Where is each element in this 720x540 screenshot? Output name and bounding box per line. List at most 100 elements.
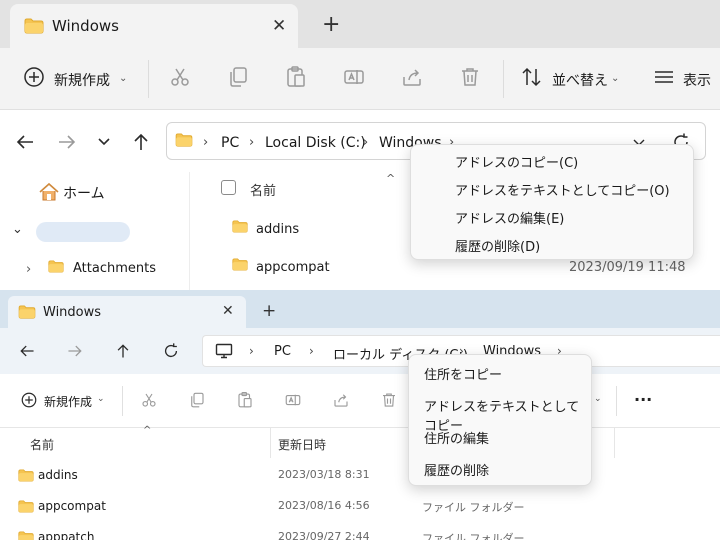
new-icon[interactable] [20,391,38,409]
address-context-menu-top: アドレスのコピー(C) アドレスをテキストとしてコピー(O) アドレスの編集(E… [410,144,694,260]
divider [616,386,617,416]
folder-icon [232,258,248,271]
tab-windows[interactable]: Windows ✕ [10,4,298,48]
menu-item-copy-address-as-text[interactable]: アドレスをテキストとしてコピー(O) [411,180,693,199]
file-type: ファイル フォルダー [422,501,525,514]
file-date: 2023/09/19 11:48 [569,260,686,275]
plus-icon[interactable]: + [262,301,276,321]
chevron-down-icon[interactable]: ⌄ [12,222,23,237]
plus-icon[interactable]: + [322,12,340,37]
folder-icon [18,531,34,540]
chevron-right-icon[interactable]: › [26,262,31,277]
folder-icon [18,305,36,319]
file-name: appcompat [256,260,330,275]
chevron-down-icon: ⌄ [594,394,602,404]
sort-icon[interactable] [520,65,544,89]
select-all-checkbox[interactable] [221,180,236,195]
column-header-name[interactable]: 名前 [30,436,54,453]
copy-icon[interactable] [188,391,206,409]
home-icon [38,182,60,202]
pc-icon [215,343,233,359]
command-bar: 新規作成 ⌄ 並べ替え ⌄ 表示 [0,48,720,110]
close-icon[interactable]: ✕ [272,16,286,36]
menu-item-copy-address[interactable]: アドレスのコピー(C) [411,152,693,171]
rename-icon[interactable] [342,65,366,89]
view-icon[interactable] [652,65,676,89]
sort-arrow-icon: ^ [143,425,152,436]
up-icon[interactable] [130,131,152,153]
forward-icon[interactable] [66,342,84,360]
delete-icon[interactable] [458,65,482,89]
breadcrumb-separator: › [203,135,209,150]
close-icon[interactable]: ✕ [222,303,234,319]
divider [503,60,504,98]
breadcrumb-separator: › [249,344,254,358]
up-icon[interactable] [114,342,132,360]
column-header-name[interactable]: 名前 [250,180,276,199]
divider [122,386,123,416]
new-icon[interactable] [22,65,46,89]
file-name: apppatch [38,530,95,540]
column-divider[interactable] [614,428,615,458]
breadcrumb-pc[interactable]: PC [221,135,239,151]
cut-icon[interactable] [168,65,192,89]
file-type: ファイル フォルダー [422,532,525,540]
chevron-down-icon: ⌄ [97,394,105,404]
refresh-icon[interactable] [162,342,180,360]
divider [148,60,149,98]
explorer-window-bottom: Windows ✕ + › PC › ローカル ディスク (C:) › Wind… [0,290,720,540]
forward-icon[interactable] [56,131,78,153]
chevron-down-icon[interactable] [96,133,112,149]
delete-icon[interactable] [380,391,398,409]
navigation-row: › PC › ローカル ディスク (C:) › Windows › [0,328,720,374]
breadcrumb-separator: › [363,135,369,150]
tab-strip: Windows ✕ + [0,0,720,48]
menu-item-delete-history[interactable]: 履歴の削除(D) [411,236,693,255]
breadcrumb-separator: › [309,344,314,358]
tab-title: Windows [52,17,119,35]
command-bar: 新規作成 ⌄ ⌄ ... [0,374,720,428]
menu-item-edit-address[interactable]: 住所の編集 [409,428,591,447]
folder-icon [24,18,44,34]
column-header-date[interactable]: 更新日時 [278,436,326,453]
folder-icon [48,260,64,273]
file-name: addins [38,468,78,482]
more-icon[interactable]: ... [634,386,652,405]
address-context-menu-bottom: 住所をコピー アドレスをテキストとしてコピー 住所の編集 履歴の削除 [408,354,592,486]
table-row[interactable]: appcompat 2023/08/16 4:56 ファイル フォルダー [0,491,720,522]
menu-item-edit-address[interactable]: アドレスの編集(E) [411,208,693,227]
blurred-user-item[interactable] [36,222,130,242]
share-icon[interactable] [332,391,350,409]
sort-button[interactable]: 並べ替え [552,70,608,90]
tab-strip: Windows ✕ + [0,290,720,328]
paste-icon[interactable] [284,65,308,89]
rename-icon[interactable] [284,391,302,409]
column-divider[interactable] [270,428,271,458]
tab-windows[interactable]: Windows ✕ [8,296,246,328]
breadcrumb-pc[interactable]: PC [274,344,291,359]
menu-item-delete-history[interactable]: 履歴の削除 [409,460,591,479]
breadcrumb-separator: › [249,135,255,150]
file-date: 2023/03/18 8:31 [278,468,370,481]
column-headers: 名前 ^ 更新日時 [0,425,720,458]
navigation-pane: ホーム ⌄ › Attachments [0,172,190,290]
file-name: addins [256,222,300,237]
chevron-down-icon: ⌄ [119,73,128,84]
back-icon[interactable] [18,342,36,360]
table-row[interactable]: addins 2023/03/18 8:31 [0,460,720,491]
file-date: 2023/08/16 4:56 [278,499,370,512]
cut-icon[interactable] [140,391,158,409]
new-button[interactable]: 新規作成 [54,70,110,90]
table-row[interactable]: apppatch 2023/09/27 2:44 ファイル フォルダー [0,522,720,540]
sidebar-item-home[interactable]: ホーム [63,183,105,203]
copy-icon[interactable] [226,65,250,89]
back-icon[interactable] [14,131,36,153]
paste-icon[interactable] [236,391,254,409]
folder-icon [175,133,193,147]
new-button[interactable]: 新規作成 [44,393,92,410]
menu-item-copy-address[interactable]: 住所をコピー [409,364,591,383]
view-button[interactable]: 表示 [683,70,711,90]
share-icon[interactable] [400,65,424,89]
sidebar-item-attachments[interactable]: Attachments [73,261,156,276]
breadcrumb-local-disk[interactable]: Local Disk (C:) [265,135,366,151]
